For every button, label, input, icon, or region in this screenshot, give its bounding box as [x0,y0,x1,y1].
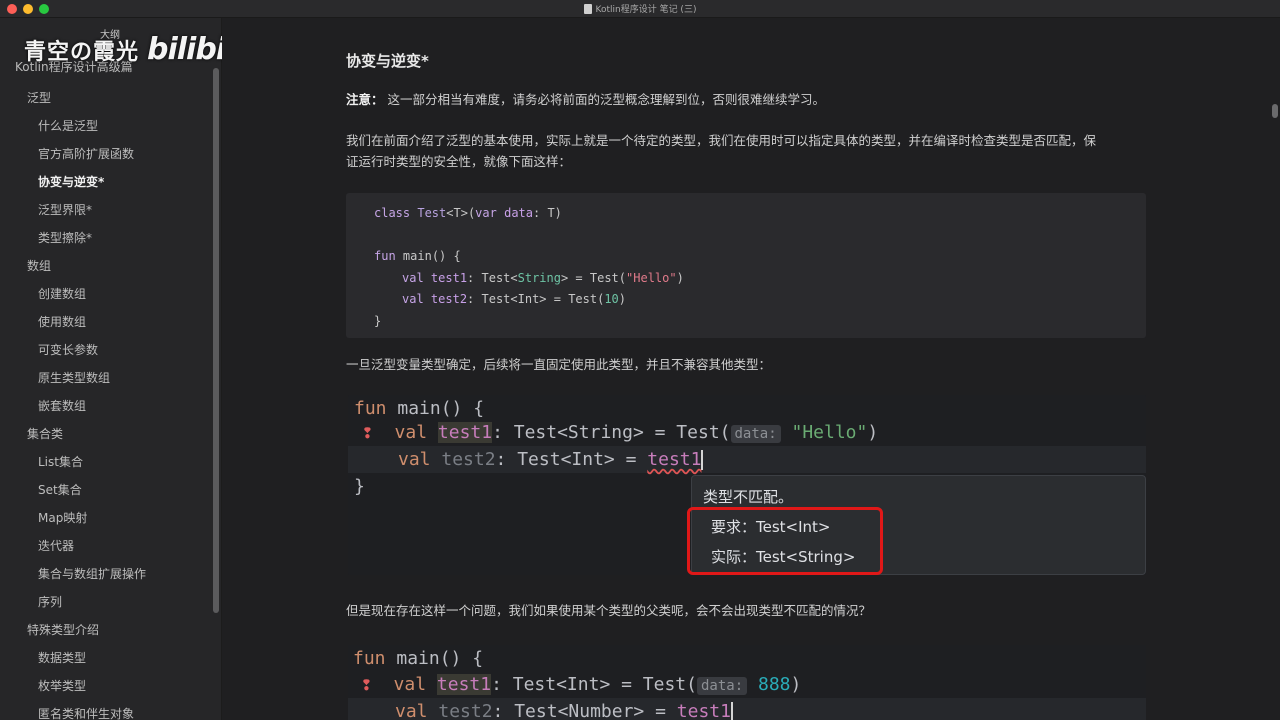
sidebar-item-17[interactable]: 集合与数组扩展操作 [0,560,215,588]
intro-line-2: 证运行时类型的安全性，就像下面这样： [346,154,572,169]
sidebar-item-8[interactable]: 使用数组 [0,308,215,336]
outline-sidebar: 大纲 Kotlin程序设计高级篇 泛型 什么是泛型 官方高阶扩展函数 协变与逆变* 泛型… [0,18,222,720]
mismatch-paragraph: 一旦泛型变量类型确定，后续将一直固定使用此类型，并且不兼容其他类型： [346,357,772,372]
sidebar-item-16[interactable]: 迭代器 [0,532,215,560]
sidebar-item-11[interactable]: 嵌套数组 [0,392,215,420]
window-title-text: Kotlin程序设计 笔记 (三) [595,5,697,15]
intro-line-1: 我们在前面介绍了泛型的基本使用，实际上就是一个待定的类型，我们在使用时可以指定具… [346,133,1097,148]
code-line-2: fun main() { [374,249,461,263]
sidebar-item-20[interactable]: 数据类型 [0,644,215,672]
code-line-4: val test2: Test<Int> = Test(10) [402,292,627,306]
sidebar-item-12[interactable]: 集合类 [0,420,215,448]
sidebar-item-9[interactable]: 可变长参数 [0,336,215,364]
sidebar-item-15[interactable]: Map映射 [0,504,215,532]
sidebar-item-top[interactable]: Kotlin程序设计高级篇 [15,58,133,75]
param-hint: data: [730,425,781,443]
intro-paragraph: 我们在前面介绍了泛型的基本使用，实际上就是一个待定的类型，我们在使用时可以指定具… [346,130,1146,172]
sidebar-item-7[interactable]: 创建数组 [0,280,215,308]
minimize-window-button[interactable] [23,4,33,14]
sidebar-item-14[interactable]: Set集合 [0,476,215,504]
code-block[interactable]: class Test<T>(var data: T) fun main() { … [346,193,1146,338]
error-reference[interactable]: test1 [647,449,701,470]
question-paragraph: 但是现在存在这样一个问题，我们如果使用某个类型的父类呢，会不会出现类型不匹配的情… [346,603,872,618]
sidebar-item-3[interactable]: 协变与逆变* [0,168,215,196]
close-window-button[interactable] [7,4,17,14]
sidebar-scrollbar[interactable] [213,68,219,613]
sidebar-item-0[interactable]: 泛型 [0,84,215,112]
ide1-line-1: fun main() { [354,398,485,419]
zoom-window-button[interactable] [39,4,49,14]
note-label: 注意： [346,92,384,107]
outline-list: 泛型 什么是泛型 官方高阶扩展函数 协变与逆变* 泛型界限* 类型擦除* 数组 创建数组 使用数… [0,84,215,720]
ide2-line-2: ❢ val test1: Test<Int> = Test(data: 888) [361,674,802,695]
error-tooltip: 类型不匹配。 要求：Test<Int> 实际：Test<String> [687,475,1146,575]
sidebar-item-10[interactable]: 原生类型数组 [0,364,215,392]
sidebar-item-4[interactable]: 泛型界限* [0,196,215,224]
note-paragraph: 注意： 这一部分相当有难度，请务必将前面的泛型概念理解到位，否则很难继续学习。 [346,89,1146,110]
sidebar-item-18[interactable]: 序列 [0,588,215,616]
sidebar-item-2[interactable]: 官方高阶扩展函数 [0,140,215,168]
tooltip-title: 类型不匹配。 [703,488,794,506]
sidebar-item-21[interactable]: 枚举类型 [0,672,215,700]
window-title: Kotlin程序设计 笔记 (三) [583,2,697,15]
note-text: 这一部分相当有难度，请务必将前面的泛型概念理解到位，否则很难继续学习。 [383,92,825,107]
code-line-5: } [374,313,382,328]
title-bar: Kotlin程序设计 笔记 (三) [0,0,1280,18]
sidebar-item-1[interactable]: 什么是泛型 [0,112,215,140]
tooltip-actual: 实际：Test<String> [711,548,856,566]
content-scrollbar[interactable] [1272,104,1278,118]
outline-label[interactable]: 大纲 [100,26,120,41]
code-line-1: class Test<T>(var data: T) [374,206,562,220]
ide1-line-3: val test2: Test<Int> = test1 [348,446,1146,473]
document-icon [583,3,592,14]
window-controls [7,4,49,14]
sidebar-item-5[interactable]: 类型擦除* [0,224,215,252]
ide2-line-3: val test2: Test<Number> = test1 [348,698,1146,720]
tooltip-required: 要求：Test<Int> [711,518,831,536]
document-content: 协变与逆变* 注意： 这一部分相当有难度，请务必将前面的泛型概念理解到位，否则很… [222,18,1280,720]
ide-screenshot-2: fun main() { ❢ val test1: Test<Int> = Te… [348,645,1146,720]
sidebar-item-6[interactable]: 数组 [0,252,215,280]
section-heading: 协变与逆变* [346,52,429,70]
code-line-3: val test1: Test<String> = Test("Hello") [402,270,684,285]
error-bulb-icon[interactable]: ❢ [362,422,373,443]
text-cursor-2 [730,702,733,720]
param-hint-2: data: [696,677,748,695]
sidebar-item-19[interactable]: 特殊类型介绍 [0,616,215,644]
text-cursor [701,450,704,470]
ide2-line-1: fun main() { [353,648,484,669]
sidebar-item-13[interactable]: List集合 [0,448,215,476]
ide1-line-4: } [354,476,365,497]
error-bulb-icon-2[interactable]: ❢ [361,674,372,695]
sidebar-item-22[interactable]: 匿名类和伴生对象 [0,700,215,720]
ide1-line-2: ❢ val test1: Test<String> = Test(data: "… [362,422,879,443]
